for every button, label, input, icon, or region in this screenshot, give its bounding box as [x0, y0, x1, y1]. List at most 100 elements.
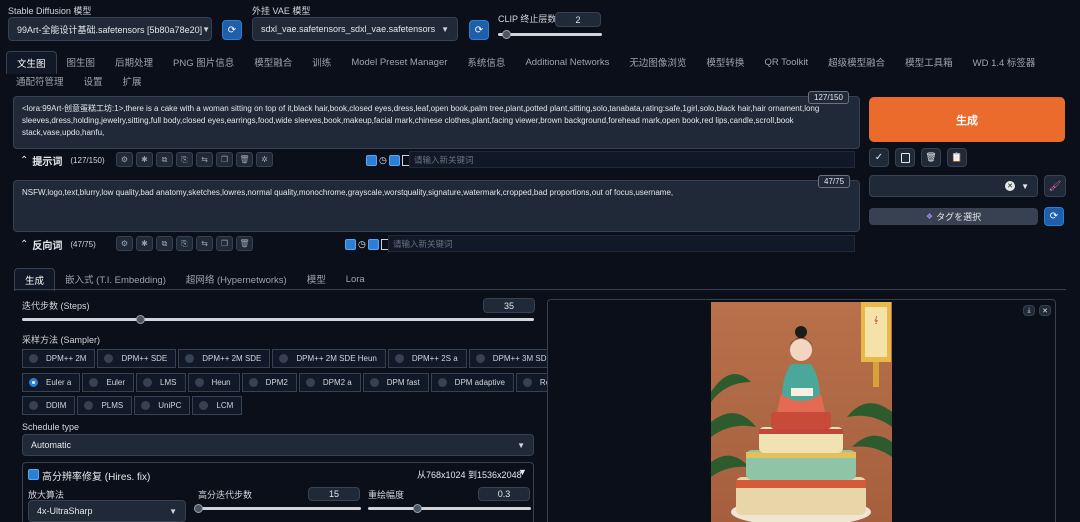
sampler-option[interactable]: DPM2 a: [298, 373, 361, 392]
denoise-slider-thumb[interactable]: [412, 504, 422, 513]
sampler-option[interactable]: Euler a: [22, 373, 81, 392]
sampler-option[interactable]: DPM++ 2M SDE: [178, 349, 271, 368]
main-tab-2-0[interactable]: 通配符管理: [6, 74, 74, 88]
steps-input[interactable]: 35: [483, 298, 535, 313]
main-tab-1[interactable]: 图生图: [57, 55, 106, 69]
refresh-models-button[interactable]: ⟳: [222, 20, 242, 40]
sampler-option[interactable]: DPM adaptive: [430, 373, 514, 392]
sampler-option[interactable]: DPM++ 2S a: [387, 349, 467, 368]
trash-icon[interactable]: 🗑: [236, 152, 253, 167]
schedule-dropdown[interactable]: Automatic ▼: [22, 434, 534, 456]
main-tab-4[interactable]: 模型融合: [244, 55, 302, 69]
collapse-icon[interactable]: ▼: [518, 467, 527, 477]
upscaler-dropdown[interactable]: 4x-UltraSharp ▼: [28, 500, 186, 522]
edit-styles-button[interactable]: 🖌: [1044, 175, 1066, 197]
close-button[interactable]: ✕: [1039, 305, 1051, 316]
refresh-vae-button[interactable]: ⟳: [469, 20, 489, 40]
main-tab-3[interactable]: PNG 图片信息: [163, 55, 244, 69]
sampler-option[interactable]: LCM: [192, 396, 243, 415]
main-tab-2-2[interactable]: 扩展: [113, 74, 152, 88]
copy-icon[interactable]: ⧉: [156, 236, 173, 251]
sampler-option[interactable]: LMS: [136, 373, 186, 392]
sampler-option[interactable]: UniPC: [134, 396, 191, 415]
paste-icon[interactable]: ⎘: [176, 236, 193, 251]
sampler-option[interactable]: DPM++ 2M SDE Heun: [272, 349, 386, 368]
clip-skip-slider[interactable]: [498, 33, 602, 36]
hires-checkbox[interactable]: [28, 469, 39, 480]
sampler-option[interactable]: DDIM: [22, 396, 76, 415]
sd-model-dropdown[interactable]: 99Art-全能设计基础.safetensors [5b80a78e20] ▼: [8, 17, 212, 41]
denoise-slider[interactable]: [368, 507, 531, 510]
gear-icon[interactable]: ✱: [136, 152, 153, 167]
hires-steps-slider-thumb[interactable]: [194, 504, 203, 513]
sampler-option[interactable]: PLMS: [77, 396, 133, 415]
apply-button[interactable]: ✓: [869, 148, 889, 167]
steps-slider-thumb[interactable]: [135, 315, 145, 324]
hires-steps-input[interactable]: 15: [308, 487, 360, 501]
negative-keyword-input[interactable]: 请输入新关键词: [388, 235, 855, 252]
tag-select-button[interactable]: ❖ タグを選択: [869, 208, 1038, 225]
clear-button[interactable]: [895, 148, 915, 167]
main-tab-8[interactable]: Additional Networks: [515, 57, 619, 68]
main-tab-2[interactable]: 后期处理: [105, 55, 163, 69]
sub-tab-2[interactable]: 超网络 (Hypernetworks): [176, 272, 297, 286]
gear-icon[interactable]: ✱: [136, 236, 153, 251]
negative-prompt-textarea[interactable]: NSFW,logo,text,blurry,low quality,bad an…: [13, 180, 860, 232]
negative-prompt-header[interactable]: ⌃ 反向词 (47/75): [20, 237, 96, 252]
main-tab-10[interactable]: 模型转换: [696, 55, 754, 69]
main-tab-6[interactable]: Model Preset Manager: [341, 57, 457, 68]
style-dropdown[interactable]: ✕ ▼: [869, 175, 1038, 197]
main-tab-9[interactable]: 无边图像浏览: [619, 55, 696, 69]
hires-steps-slider[interactable]: [198, 507, 361, 510]
sampler-option[interactable]: DPM++ SDE: [97, 349, 177, 368]
sub-tab-3[interactable]: 模型: [297, 272, 336, 286]
copy-icon[interactable]: ⧉: [156, 152, 173, 167]
favorite-icon[interactable]: ✲: [256, 152, 273, 167]
close-icon[interactable]: ✕: [1005, 181, 1016, 191]
translate-icon[interactable]: ⇆: [196, 236, 213, 251]
sampler-option[interactable]: DPM fast: [362, 373, 429, 392]
clip-skip-input[interactable]: 2: [555, 12, 601, 27]
main-tabs: 文生图 图生图 后期处理 PNG 图片信息 模型融合 训练 Model Preset Man…: [6, 50, 1046, 74]
refresh-tags-button[interactable]: ⟳: [1044, 207, 1064, 226]
main-tab-14[interactable]: WD 1.4 标签器: [963, 55, 1046, 69]
settings-icon[interactable]: ⚙: [116, 236, 133, 251]
paste-icon[interactable]: ⎘: [176, 152, 193, 167]
positive-prompt-textarea[interactable]: <lora:99Art-创意蛋糕工坊:1>,there is a cake wi…: [13, 96, 860, 149]
positive-keyword-input[interactable]: 请输入新关键词: [409, 151, 855, 168]
sampler-option[interactable]: Heun: [187, 373, 240, 392]
main-tab-5[interactable]: 训练: [302, 55, 341, 69]
trash-button[interactable]: 🗑: [921, 148, 941, 167]
main-tab-0[interactable]: 文生图: [6, 50, 57, 74]
sampler-option[interactable]: Euler: [82, 373, 135, 392]
sub-tab-1[interactable]: 嵌入式 (T.I. Embedding): [55, 272, 176, 286]
checkbox[interactable]: [388, 155, 400, 166]
clip-skip-slider-thumb[interactable]: [502, 30, 512, 39]
clipboard-button[interactable]: 📋: [947, 148, 967, 167]
generate-button[interactable]: 生成: [869, 97, 1065, 142]
main-tab-7[interactable]: 系统信息: [457, 55, 515, 69]
sampler-option[interactable]: DPM2: [241, 373, 297, 392]
translate-icon[interactable]: ⇆: [196, 152, 213, 167]
steps-slider[interactable]: [22, 318, 534, 321]
sampler-option[interactable]: DPM++ 2M: [22, 349, 96, 368]
checkbox[interactable]: [366, 155, 377, 166]
checkbox[interactable]: [367, 239, 379, 250]
generated-image[interactable]: 𝄞: [711, 302, 892, 522]
main-tab-12[interactable]: 超级模型融合: [818, 55, 895, 69]
sub-tab-4[interactable]: Lora: [336, 274, 375, 285]
sampler-option-label: Euler a: [46, 378, 72, 387]
main-tab-2-1[interactable]: 设置: [74, 74, 113, 88]
sub-tab-0[interactable]: 生成: [14, 267, 56, 291]
duplicate-icon[interactable]: ❐: [216, 236, 233, 251]
duplicate-icon[interactable]: ❐: [216, 152, 233, 167]
settings-icon[interactable]: ⚙: [116, 152, 133, 167]
checkbox[interactable]: [345, 239, 356, 250]
vae-dropdown[interactable]: sdxl_vae.safetensors_sdxl_vae.safetensor…: [252, 17, 458, 41]
trash-icon[interactable]: 🗑: [236, 236, 253, 251]
main-tab-11[interactable]: QR Toolkit: [754, 57, 818, 68]
download-button[interactable]: ⤓: [1023, 305, 1035, 316]
positive-prompt-header[interactable]: ⌃ 提示词 (127/150): [20, 153, 105, 168]
denoise-input[interactable]: 0.3: [478, 487, 530, 501]
main-tab-13[interactable]: 模型工具箱: [895, 55, 963, 69]
